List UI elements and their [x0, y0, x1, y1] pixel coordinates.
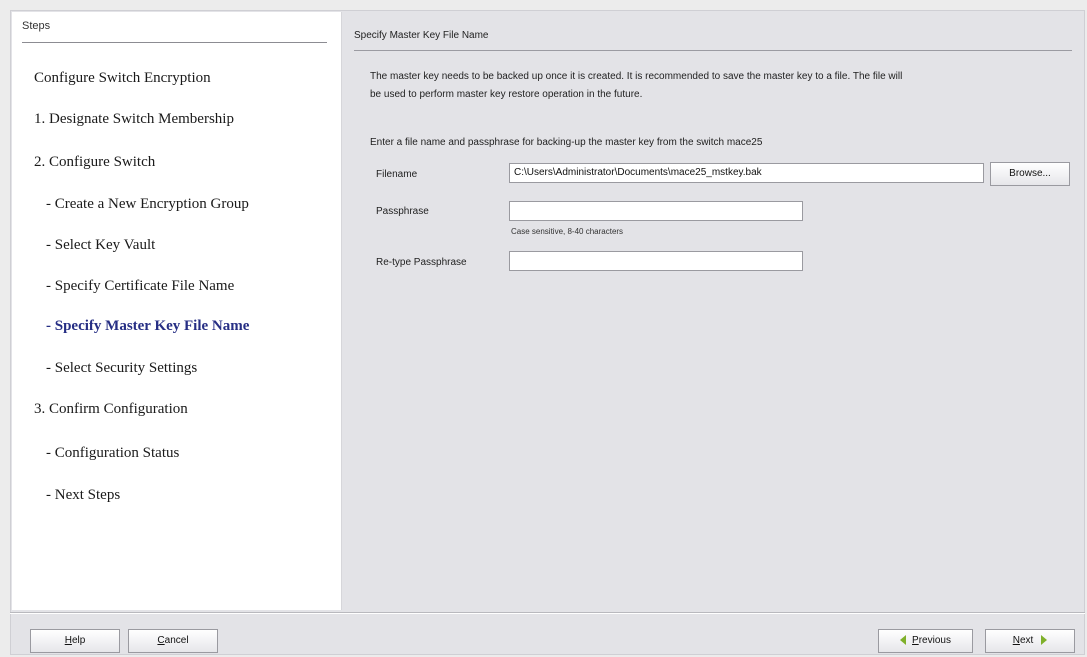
footer-divider-highlight — [10, 613, 1085, 614]
filename-input[interactable]: C:\Users\Administrator\Documents\mace25_… — [509, 163, 984, 183]
next-mnemonic: N — [1012, 635, 1020, 646]
previous-button[interactable]: Previous — [878, 629, 973, 653]
cancel-button[interactable]: Cancel — [128, 629, 218, 653]
description-line-1: The master key needs to be backed up onc… — [370, 71, 903, 82]
cancel-mnemonic: C — [157, 635, 165, 646]
content-divider — [354, 50, 1072, 51]
help-mnemonic: H — [64, 635, 72, 646]
step-configure-switch-encryption: Configure Switch Encryption — [34, 70, 211, 86]
step-confirm-configuration: 3. Confirm Configuration — [34, 401, 188, 417]
steps-pane — [12, 12, 342, 610]
step-specify-certificate-file-name: - Specify Certificate File Name — [46, 278, 235, 294]
content-title: Specify Master Key File Name — [354, 30, 489, 41]
filename-label: Filename — [376, 169, 418, 180]
description-line-2: be used to perform master key restore op… — [370, 89, 643, 100]
step-next-steps: - Next Steps — [46, 487, 121, 503]
passphrase-hint: Case sensitive, 8-40 characters — [511, 227, 624, 236]
cancel-label: ancel — [164, 635, 189, 646]
next-button[interactable]: Next — [985, 629, 1075, 653]
steps-divider — [22, 42, 327, 43]
passphrase-input[interactable] — [509, 201, 803, 221]
previous-label: revious — [918, 635, 951, 646]
step-configuration-status: - Configuration Status — [46, 445, 180, 461]
step-configure-switch: 2. Configure Switch — [34, 154, 156, 170]
instruction-text: Enter a file name and passphrase for bac… — [370, 137, 763, 148]
help-label: elp — [71, 635, 86, 646]
steps-header: Steps — [22, 20, 51, 32]
arrow-left-icon — [900, 635, 907, 646]
arrow-right-icon — [1041, 635, 1048, 646]
passphrase-label: Passphrase — [376, 206, 429, 217]
step-specify-master-key-file-name: - Specify Master Key File Name — [46, 318, 250, 334]
next-label: ext — [1019, 635, 1034, 646]
retype-passphrase-input[interactable] — [509, 251, 803, 271]
previous-mnemonic: P — [912, 635, 919, 646]
browse-button[interactable]: Browse... — [990, 162, 1070, 186]
step-designate-switch-membership: 1. Designate Switch Membership — [34, 111, 234, 127]
step-create-encryption-group: - Create a New Encryption Group — [46, 196, 249, 212]
step-select-key-vault: - Select Key Vault — [46, 237, 156, 253]
retype-passphrase-label: Re-type Passphrase — [376, 257, 467, 268]
step-select-security-settings: - Select Security Settings — [46, 360, 198, 376]
help-button[interactable]: Help — [30, 629, 120, 653]
